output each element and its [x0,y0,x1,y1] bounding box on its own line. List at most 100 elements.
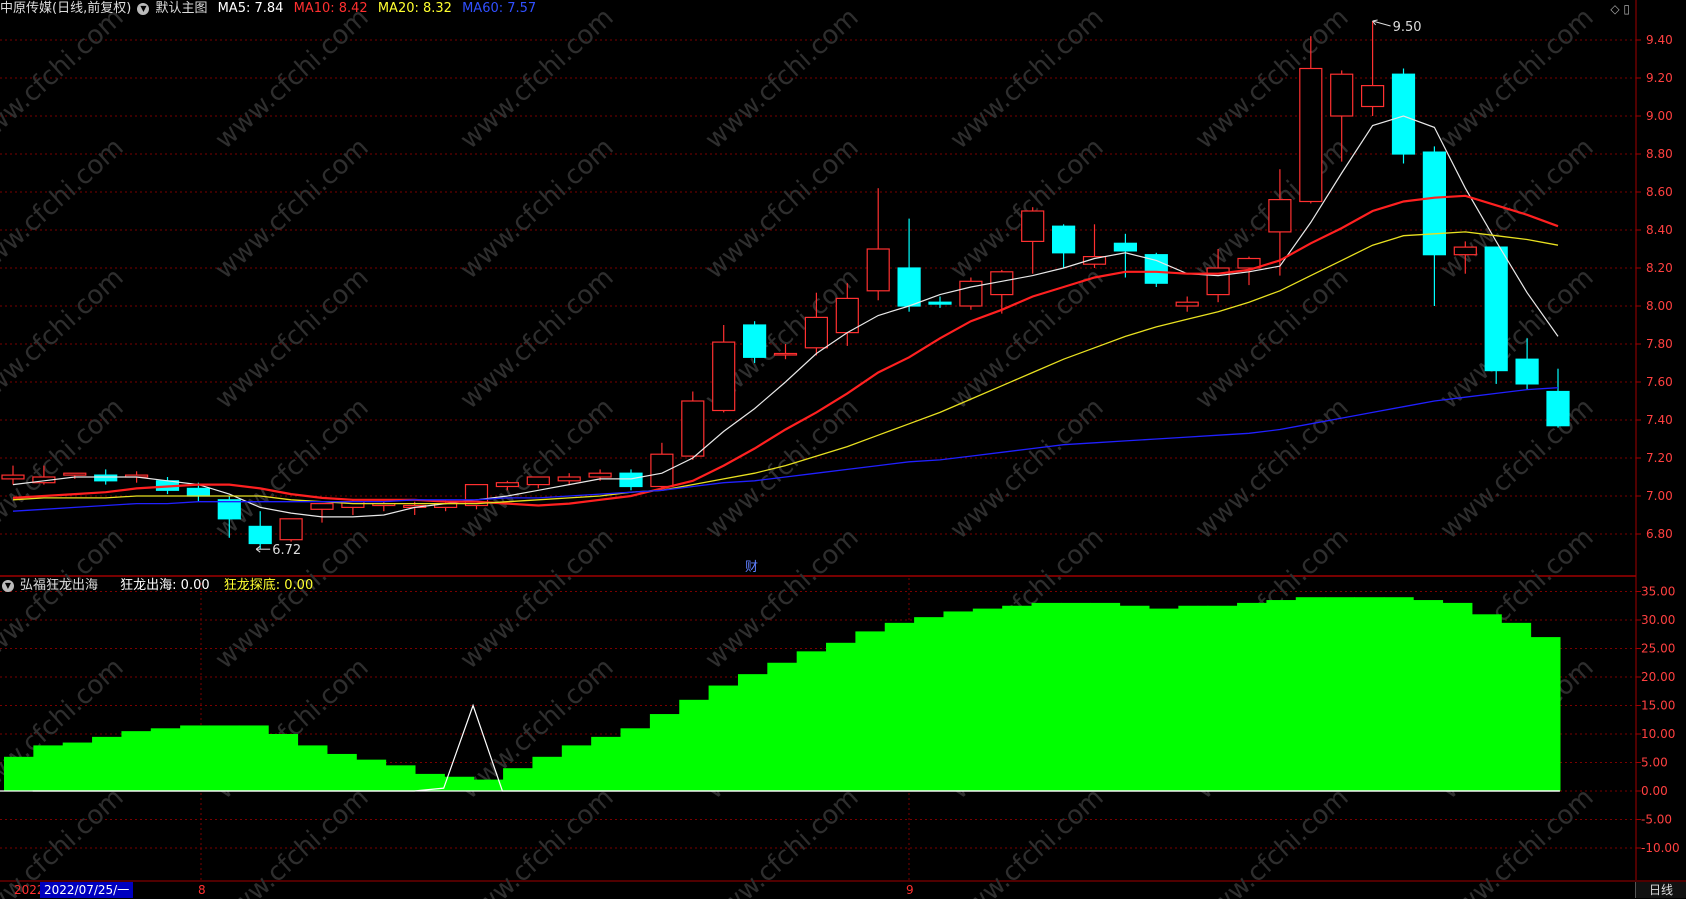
watermark-text: www.cfchi.com [455,392,620,545]
candle-body [495,482,519,488]
watermark-text: www.cfchi.com [945,2,1110,155]
stock-name[interactable]: 中原传媒(日线,前复权) [0,1,131,16]
chart-name[interactable]: 默认主图 [155,1,207,16]
watermark-text: www.cfchi.com [0,2,130,155]
histogram-bar [180,725,211,791]
histogram-bar [532,756,563,791]
candle-body [186,487,210,497]
histogram-bar [649,714,680,791]
watermark-text: www.cfchi.com [700,2,865,155]
price-tick-label: 8.40 [1646,223,1673,237]
candle-body [1113,242,1138,252]
candle [1360,21,1385,116]
histogram-bar [1148,608,1179,791]
indicator-tick-label: 35.00 [1641,585,1675,599]
candle-body [588,472,612,478]
price-tick-label: 6.80 [1646,527,1673,541]
candle-body [835,297,859,334]
price-tick-label: 8.20 [1646,261,1673,275]
price-tick-label: 7.20 [1646,451,1673,465]
candle-body [526,476,550,486]
indicator-tick-label: -5.00 [1641,813,1672,827]
histogram-bar [826,642,856,791]
watermark-text: www.cfchi.com [0,262,130,415]
indicator-tick-label: 30.00 [1641,613,1675,627]
watermark-text: www.cfchi.com [455,132,620,285]
candle-body [1360,84,1385,108]
price-tick-label: 9.20 [1646,71,1673,85]
watermark-text: www.cfchi.com [1680,652,1686,805]
candle-body [1391,73,1416,155]
histogram-bar [884,622,915,791]
candle [897,218,921,312]
candle-body [1268,199,1292,233]
price-tick-label: 7.80 [1646,337,1673,351]
histogram-bar [1090,602,1121,791]
candle [310,503,334,523]
candle [1546,368,1570,428]
histogram-bar [503,768,533,791]
candle [1422,146,1447,306]
indicator-menu-icon[interactable]: ▼ [2,579,14,592]
histogram-bar [708,685,739,791]
watermark-text: www.cfchi.com [455,522,620,675]
histogram-bar [268,734,299,791]
indicator-tick-label: 0.00 [1641,784,1668,798]
price-tick-label: 8.00 [1646,299,1673,313]
histogram-bar [620,728,651,791]
candle-body [1515,358,1539,385]
candle [1051,224,1076,268]
ma60-label: MA60: 7.57 [462,1,537,16]
period-button[interactable]: 日线 [1635,882,1686,898]
indicator-name[interactable]: 弘福狂龙出海 [20,578,98,593]
candle-body [1484,246,1508,372]
ma10-label: MA10: 8.42 [293,1,368,16]
candle [866,188,890,301]
watermark-text: www.cfchi.com [0,132,130,285]
candle-body [1021,210,1045,242]
histogram-bar [1501,622,1532,791]
month-label-9: 9 [906,883,914,897]
price-axis: 6.80 7.00 7.20 7.40 7.60 7.80 8.00 8.20 8.40 8.60… [1636,33,1680,855]
indicator-tick-label: 10.00 [1641,727,1675,741]
candle-body [217,499,241,520]
sub-chart-header: ▼ 弘福狂龙出海 狂龙出海: 0.00 狂龙探底: 0.00 [0,577,319,595]
price-tick-label: 8.80 [1646,147,1673,161]
finance-marker: 财 [745,560,758,575]
histogram-bar [444,776,475,791]
histogram-bar [1325,597,1355,791]
histogram-bar [943,611,974,791]
watermark-text: www.cfchi.com [1680,522,1686,675]
histogram-bar [1295,597,1326,791]
window-control-icons[interactable]: ◇ ▯ [1610,2,1630,16]
indicator-tick-label: -10.00 [1641,841,1680,855]
histogram-bar [1354,597,1385,791]
watermark-text: www.cfchi.com [455,262,620,415]
histogram-bar [767,662,798,791]
histogram-bar [1207,605,1238,791]
histogram-bar [238,725,269,791]
candle [1484,246,1508,384]
candle-body [1453,246,1477,256]
month-label-8: 8 [198,883,206,897]
price-tick-label: 7.40 [1646,413,1673,427]
histogram-bar [385,765,416,791]
candle [619,469,643,491]
candle-body [619,472,643,488]
candle-body [63,472,87,476]
watermark-text: www.cfchi.com [0,522,130,675]
candle-body [1,474,25,480]
watermark-text: www.cfchi.com [1435,262,1600,415]
watermark-text: www.cfchi.com [210,132,375,285]
watermark-text: www.cfchi.com [1190,2,1355,155]
candle-body [650,453,674,488]
date-cursor: 2022/07/25/一 [40,882,134,898]
histogram-bar [1060,602,1091,791]
candle-body [928,301,952,305]
watermark-text: www.cfchi.com [455,2,620,155]
chart-menu-icon[interactable]: ▼ [137,2,150,15]
histogram-bar [92,736,122,791]
ma20-label: MA20: 8.32 [377,1,452,16]
price-tick-label: 8.60 [1646,185,1673,199]
histogram-bar [4,756,34,791]
